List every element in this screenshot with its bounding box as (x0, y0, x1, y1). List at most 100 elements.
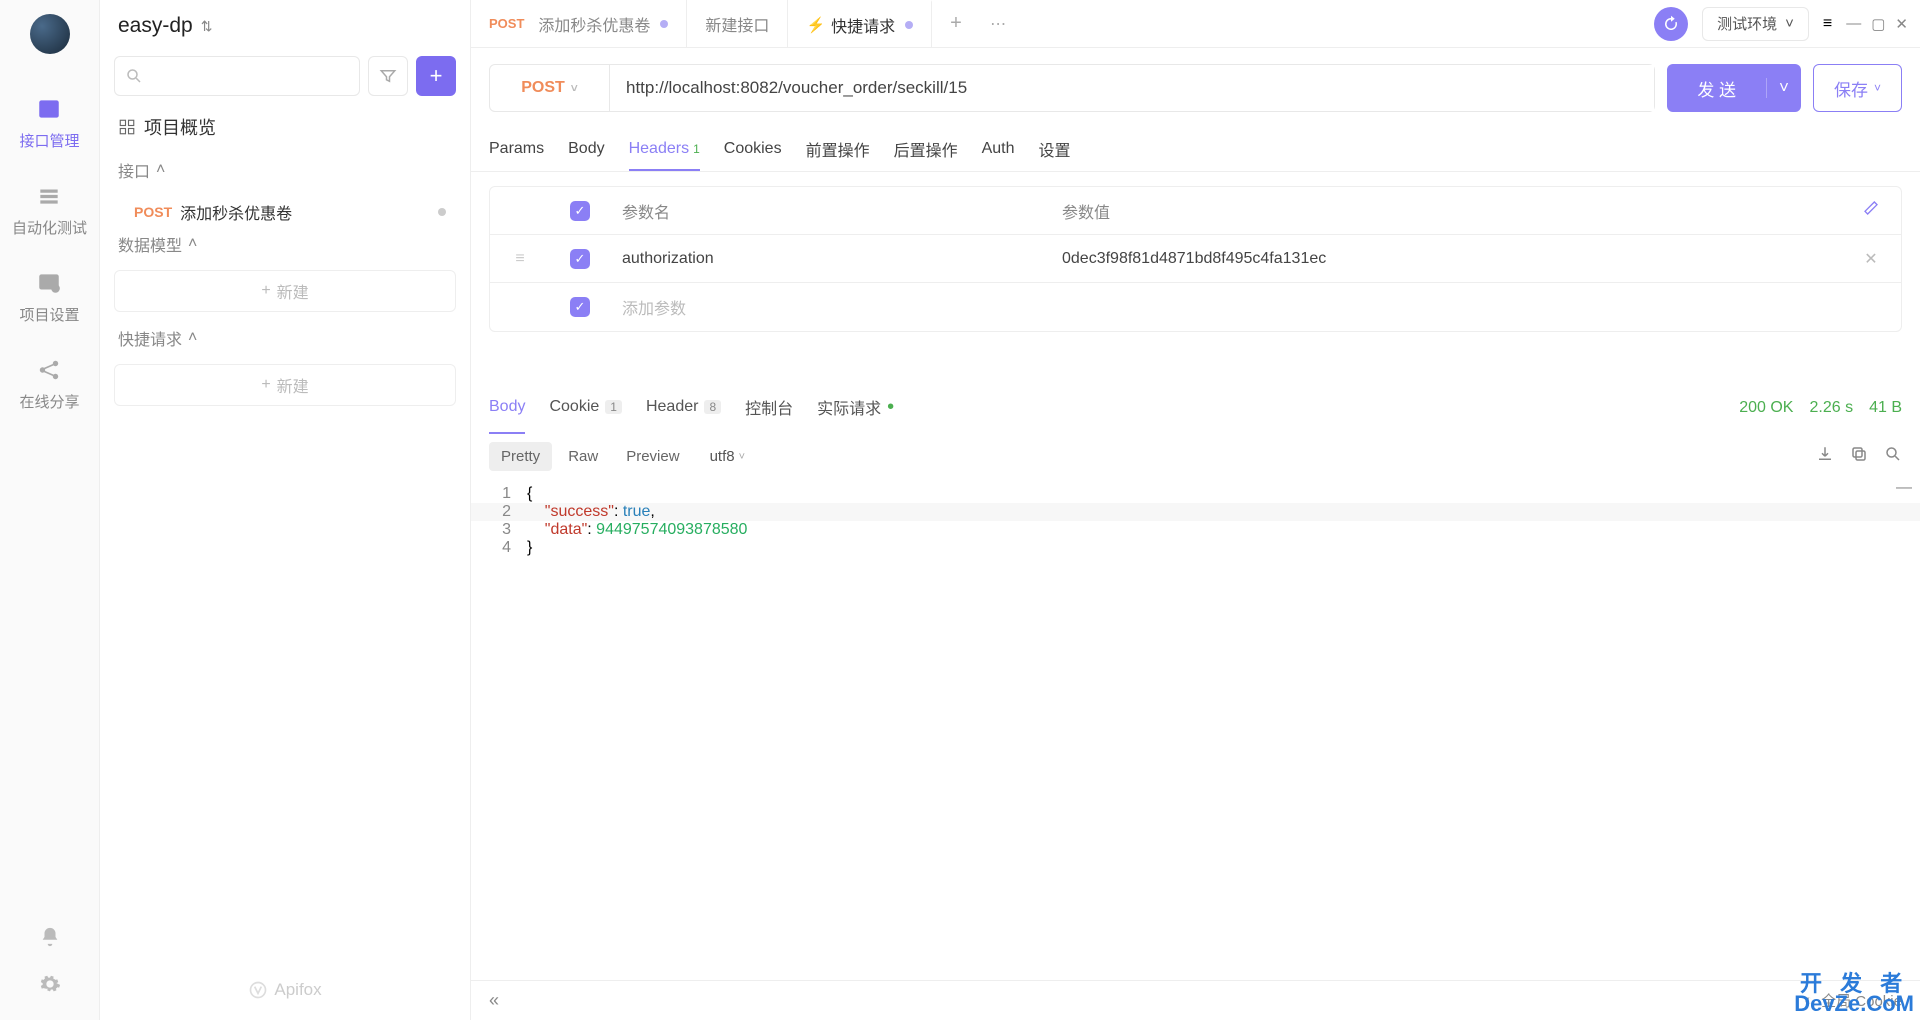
avatar[interactable] (30, 14, 70, 54)
collapse-sidebar-icon[interactable]: « (489, 990, 499, 1011)
headers-count: 1 (693, 142, 700, 156)
global-cookie-label[interactable]: 全局 Cookie (1821, 990, 1902, 1011)
chevron-down-icon: ˅ (739, 451, 745, 463)
resp-tab-cookie[interactable]: Cookie1 (549, 382, 622, 434)
search-icon (125, 67, 143, 85)
resp-tab-console[interactable]: 控制台 (745, 382, 793, 434)
header-value-input[interactable]: 0dec3f98f81d4871bd8f495c4fa131ec (1050, 250, 1841, 268)
copy-icon[interactable] (1850, 445, 1868, 468)
search-in-response-icon[interactable] (1884, 445, 1902, 468)
chevron-down-icon: ˅ (571, 81, 578, 95)
bulk-edit-icon[interactable] (1841, 200, 1901, 221)
row-checkbox[interactable]: ✓ (570, 297, 590, 317)
drag-handle-icon[interactable]: ≡ (490, 250, 550, 268)
api-item-name: 添加秒杀优惠卷 (180, 200, 292, 224)
tree-section-model[interactable]: 数据模型 ˄ (114, 232, 456, 256)
view-preview[interactable]: Preview (614, 442, 691, 471)
tab-headers[interactable]: Headers1 (629, 128, 700, 171)
collapse-icon[interactable]: — (1896, 479, 1912, 497)
tab-label: 新建接口 (705, 12, 769, 36)
rail-item-api[interactable]: 接口管理 (19, 94, 79, 151)
window-maximize[interactable]: ▢ (1871, 15, 1885, 33)
tree-section-quick[interactable]: 快捷请求 ˄ (114, 326, 456, 350)
refresh-button[interactable] (1654, 7, 1688, 41)
new-model-button[interactable]: + 新建 (114, 270, 456, 312)
tab-quick-request[interactable]: ⚡ 快捷请求 (788, 0, 932, 47)
chevron-down-icon: ˅ (1785, 15, 1794, 32)
add-button[interactable]: + (416, 56, 456, 96)
project-selector[interactable]: easy-dp ⇅ (114, 14, 456, 38)
nav-rail: 接口管理 自动化测试 项目设置 在线分享 (0, 0, 100, 1020)
resp-tab-actual[interactable]: 实际请求• (817, 382, 894, 434)
rail-item-autotest[interactable]: 自动化测试 (12, 181, 87, 238)
response-time: 2.26 s (1809, 399, 1853, 417)
url-input[interactable] (610, 65, 1654, 111)
tab-new-api[interactable]: 新建接口 (687, 0, 788, 47)
new-quick-button[interactable]: + 新建 (114, 364, 456, 406)
status-dot (438, 208, 446, 216)
filter-button[interactable] (368, 56, 408, 96)
filter-icon (379, 67, 397, 85)
resp-tab-body[interactable]: Body (489, 382, 525, 434)
delete-row-icon[interactable]: ✕ (1841, 249, 1901, 269)
rail-label: 在线分享 (19, 391, 79, 412)
send-button[interactable]: 发 送 ˅ (1667, 64, 1801, 112)
method-tag: POST (489, 16, 524, 31)
header-name-input[interactable]: authorization (610, 250, 1050, 268)
new-tab-button[interactable]: + (932, 0, 972, 47)
save-button[interactable]: 保存 ˅ (1813, 64, 1902, 112)
tab-api-post[interactable]: POST 添加秒杀优惠卷 (471, 0, 687, 47)
section-label: 快捷请求 (118, 326, 182, 350)
view-pretty[interactable]: Pretty (489, 442, 552, 471)
add-param-placeholder[interactable]: 添加参数 (610, 295, 1050, 319)
window-close[interactable]: ✕ (1895, 15, 1908, 33)
rail-item-settings[interactable]: 项目设置 (19, 268, 79, 325)
method-select[interactable]: POST ˅ (490, 65, 610, 111)
project-overview[interactable]: 项目概览 (114, 114, 456, 140)
autotest-icon (34, 181, 64, 211)
section-label: 接口 (118, 158, 150, 182)
tab-cookies[interactable]: Cookies (724, 128, 782, 171)
bell-icon[interactable] (39, 926, 61, 953)
footer: « ◐ 全局 Cookie (471, 980, 1920, 1020)
status-code: 200 OK (1739, 399, 1793, 417)
main-panel: POST 添加秒杀优惠卷 新建接口 ⚡ 快捷请求 + ⋯ 测试环境 ˅ ≡ — … (470, 0, 1920, 1020)
project-settings-icon (34, 268, 64, 298)
cookie-toggle-icon[interactable]: ◐ (1804, 992, 1813, 1009)
row-checkbox[interactable]: ✓ (570, 249, 590, 269)
tabs-bar: POST 添加秒杀优惠卷 新建接口 ⚡ 快捷请求 + ⋯ 测试环境 ˅ ≡ — … (471, 0, 1920, 48)
section-label: 数据模型 (118, 232, 182, 256)
tree-section-api[interactable]: 接口 ˄ (114, 158, 456, 182)
resp-tab-header[interactable]: Header8 (646, 382, 721, 434)
response-body[interactable]: — 1{ 2 "success": true, 3 "data": 944975… (471, 479, 1920, 563)
tab-auth[interactable]: Auth (982, 128, 1015, 171)
chevron-down-icon[interactable]: ˅ (1766, 78, 1801, 98)
column-header-value: 参数值 (1050, 199, 1841, 223)
tab-pre[interactable]: 前置操作 (806, 128, 870, 171)
tab-label: 添加秒杀优惠卷 (538, 12, 650, 36)
tab-post[interactable]: 后置操作 (894, 128, 958, 171)
project-name: easy-dp (118, 14, 193, 38)
gear-icon[interactable] (39, 973, 61, 1000)
tab-body[interactable]: Body (568, 128, 604, 171)
tab-label: 快捷请求 (831, 13, 895, 37)
env-selector[interactable]: 测试环境 ˅ (1702, 7, 1809, 41)
more-tabs-button[interactable]: ⋯ (972, 0, 1024, 47)
view-raw[interactable]: Raw (556, 442, 610, 471)
download-icon[interactable] (1816, 445, 1834, 468)
menu-icon[interactable]: ≡ (1823, 15, 1832, 33)
refresh-icon (1662, 15, 1680, 33)
sort-icon: ⇅ (201, 18, 213, 35)
tab-settings[interactable]: 设置 (1039, 128, 1071, 171)
encoding-select[interactable]: utf8 ˅ (710, 448, 745, 465)
chevron-down-icon: ˅ (1874, 81, 1881, 95)
window-minimize[interactable]: — (1846, 15, 1861, 32)
apifox-icon (248, 980, 268, 1000)
rail-label: 项目设置 (19, 304, 79, 325)
rail-item-share[interactable]: 在线分享 (19, 355, 79, 412)
search-input[interactable] (114, 56, 360, 96)
env-label: 测试环境 (1717, 13, 1777, 34)
api-tree-item[interactable]: POST 添加秒杀优惠卷 (114, 192, 456, 232)
check-all[interactable]: ✓ (570, 201, 590, 221)
tab-params[interactable]: Params (489, 128, 544, 171)
